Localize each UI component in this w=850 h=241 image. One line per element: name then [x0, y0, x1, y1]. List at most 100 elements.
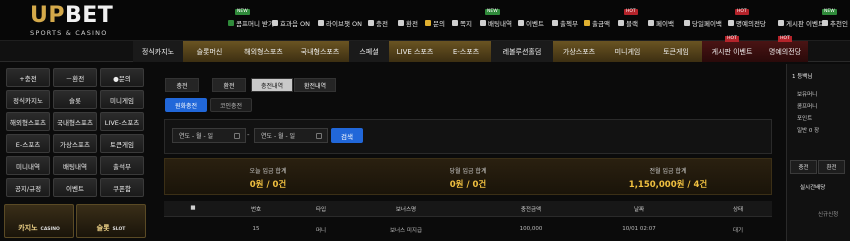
nav-item-12[interactable]: 게시판 이벤트 HOT [702, 36, 762, 62]
logo[interactable]: UPBET SPORTS & CASINO [30, 3, 130, 38]
toplink-9[interactable]: 이벤트 [518, 18, 544, 28]
sidebar-button-9[interactable]: LIVE-스포츠 [100, 112, 144, 131]
toplink-2[interactable]: 효과음 ON [272, 18, 310, 28]
link-icon [684, 20, 690, 26]
sidebar-button-10[interactable]: E-스포츠 [6, 134, 50, 153]
tab-4[interactable]: 환전내역 [294, 78, 336, 92]
link-icon [728, 20, 734, 26]
sidebar-button-13[interactable]: 미니내역 [6, 156, 50, 175]
sidebar-button-16[interactable]: 공지/규정 [6, 178, 50, 197]
right-panel-button-1[interactable]: 충전 [790, 160, 817, 174]
nav-item-label: 명예의전당 [768, 47, 802, 56]
link-icon [648, 20, 654, 26]
toplink-11[interactable]: 출금액 [584, 18, 610, 28]
toplink-label: 이벤트 [526, 20, 544, 28]
logo-text-bet: BET [65, 3, 114, 28]
toplink-13[interactable]: 페이백 [648, 18, 674, 28]
sidebar-button-11[interactable]: 가상스포츠 [53, 134, 97, 153]
nav-item-5[interactable]: 스페셜 [349, 41, 389, 62]
nav-item-label: 토큰게임 [663, 47, 689, 56]
sidebar-button-15[interactable]: 출석부 [100, 156, 144, 175]
toplink-5[interactable]: 환전 [398, 18, 418, 28]
table-cell: 100,000 [519, 226, 543, 232]
promo-label: 슬롯 [96, 224, 110, 232]
nav-item-4[interactable]: 국내형스포츠 [291, 41, 349, 62]
logo-subtitle: SPORTS & CASINO [30, 29, 108, 37]
toplink-12[interactable]: 블랙 [618, 18, 638, 28]
toplink-16[interactable]: 게시판 이벤트 [778, 18, 824, 28]
link-icon [618, 20, 624, 26]
promo-tag: CASINO [40, 227, 60, 232]
toplink-17[interactable]: 추천인 [822, 18, 848, 28]
status-badge: HOT [624, 9, 638, 15]
sidebar-button-1[interactable]: +충전 [6, 68, 50, 87]
nav-item-9[interactable]: 가상스포츠 [553, 41, 605, 62]
toplink-label: 라이브챗 ON [326, 20, 362, 28]
summary-value: 0원 / 0건 [249, 180, 287, 190]
tab-1[interactable]: 충전 [165, 78, 199, 92]
nav-item-10[interactable]: 미니게임 [605, 41, 650, 62]
promo-banner-1[interactable]: 카지노 CASINO [4, 204, 74, 238]
toplink-10[interactable]: 출첵부 [552, 18, 578, 28]
sidebar-button-17[interactable]: 이벤트 [53, 178, 97, 197]
status-badge: NEW [822, 9, 837, 15]
toplink-8[interactable]: 배팅내역 [480, 18, 512, 28]
sidebar-button-12[interactable]: 토큰게임 [100, 134, 144, 153]
date-to-input[interactable]: 연도 - 월 - 일 [254, 128, 328, 143]
toplink-label: 페이백 [656, 20, 674, 28]
table-header-cell: 번호 [250, 207, 262, 213]
nav-item-7[interactable]: E-스포츠 [441, 41, 491, 62]
toplink-label: 블랙 [626, 20, 638, 28]
toplink-label: 게시판 이벤트 [786, 20, 824, 28]
date-to-text: 연도 - 월 - 일 [261, 133, 296, 140]
summary-label: 오늘 입금 합계 [249, 168, 287, 175]
right-panel-item: 보유머니 [797, 92, 818, 98]
toplink-label: 충전 [376, 20, 388, 28]
sidebar-button-3[interactable]: ●문의 [100, 68, 144, 87]
nav-item-1[interactable]: 정식카지노 [133, 41, 183, 62]
table-cell: 머니 [315, 228, 327, 234]
sidebar-button-6[interactable]: 미니게임 [100, 90, 144, 109]
status-badge: HOT [735, 9, 749, 15]
sidebar-button-7[interactable]: 해외형스포츠 [6, 112, 50, 131]
toplink-label: 문의 [433, 20, 445, 28]
toplink-14[interactable]: 당일페이백 [684, 18, 722, 28]
sidebar-button-14[interactable]: 배팅내역 [53, 156, 97, 175]
date-from-input[interactable]: 연도 - 월 - 일 [172, 128, 246, 143]
toplink-6[interactable]: 문의 [425, 18, 445, 28]
sidebar-button-8[interactable]: 국내형스포츠 [53, 112, 97, 131]
right-panel-item: 포인트 [797, 116, 813, 122]
toplink-7[interactable]: 쪽지 [452, 18, 472, 28]
tab-3[interactable]: 충전내역 [251, 78, 293, 92]
search-button[interactable]: 검색 [331, 128, 363, 143]
link-icon [398, 20, 404, 26]
sidebar-button-2[interactable]: －환전 [53, 68, 97, 87]
table-header-cell: 상태 [732, 207, 744, 213]
nav-item-label: 정식카지노 [141, 47, 175, 56]
tab-2[interactable]: 환전 [212, 78, 246, 92]
sidebar-button-18[interactable]: 쿠폰함 [100, 178, 144, 197]
nav-item-2[interactable]: 슬롯머신 [183, 41, 236, 62]
toplink-label: 출첵부 [560, 20, 578, 28]
nav-item-3[interactable]: 해외형스포츠 [236, 41, 291, 62]
toplink-4[interactable]: 충전 [368, 18, 388, 28]
promo-banner-2[interactable]: 슬롯 SLOT [76, 204, 146, 238]
link-icon [425, 20, 431, 26]
toplink-label: 환전 [406, 20, 418, 28]
calendar-icon [234, 133, 240, 139]
toplink-15[interactable]: 명예의전당 [728, 18, 766, 28]
table-cell: 15 [252, 226, 260, 232]
nav-item-11[interactable]: 토큰게임 [650, 41, 702, 62]
sidebar-button-5[interactable]: 슬롯 [53, 90, 97, 109]
subtab-1[interactable]: 원화충전 [165, 98, 207, 112]
sidebar-button-4[interactable]: 정식카지노 [6, 90, 50, 109]
toplink-1[interactable]: 콤프머니 받기 [228, 18, 274, 28]
logo-text-up: UP [30, 3, 65, 28]
nav-item-6[interactable]: LIVE 스포츠 [389, 41, 441, 62]
right-panel-button-2[interactable]: 환전 [818, 160, 845, 174]
nav-item-label: LIVE 스포츠 [396, 47, 434, 56]
subtab-2[interactable]: 코인충전 [210, 98, 252, 112]
nav-item-8[interactable]: 레볼루션홀덤 [491, 41, 553, 62]
nav-item-13[interactable]: 명예의전당 HOT [762, 36, 808, 62]
toplink-3[interactable]: 라이브챗 ON [318, 18, 362, 28]
